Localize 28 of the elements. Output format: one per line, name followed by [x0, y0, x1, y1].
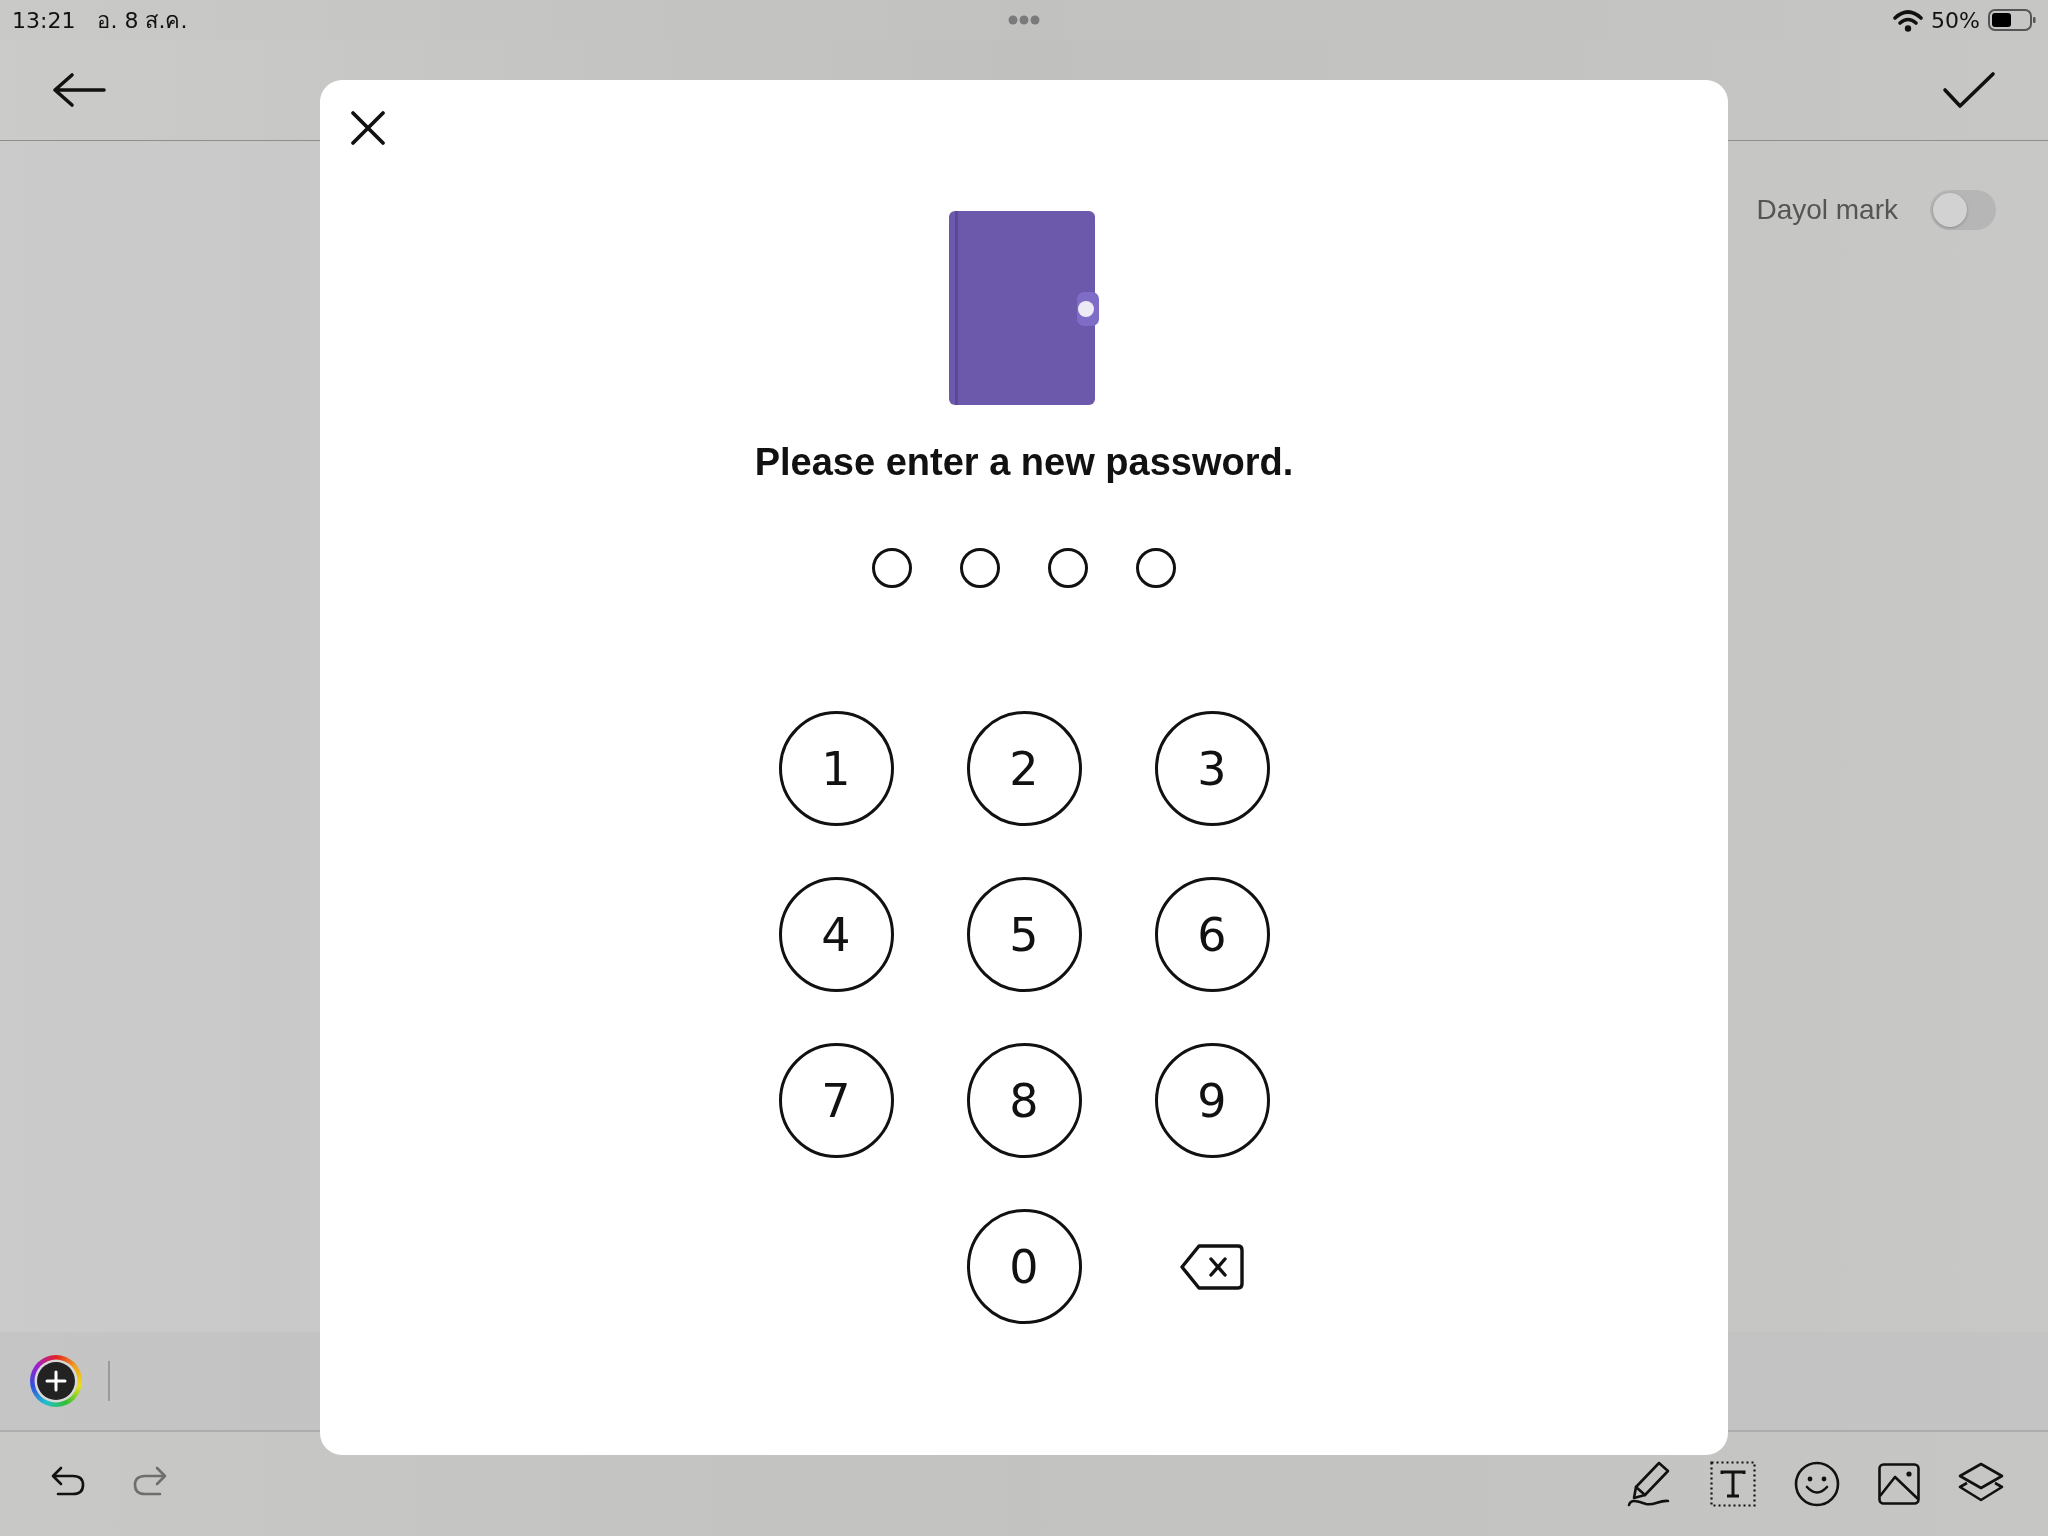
keypad-key[interactable]: 0: [966, 1209, 1082, 1324]
keypad-key[interactable]: 8: [966, 1043, 1082, 1158]
keypad-key[interactable]: 3: [1154, 711, 1270, 826]
wifi-icon: [1893, 8, 1924, 32]
keypad-key[interactable]: 9: [1154, 1043, 1270, 1158]
toggle-switch[interactable]: [1930, 190, 1996, 230]
keypad-key[interactable]: 2: [966, 711, 1082, 826]
text-box-icon[interactable]: [1710, 1461, 1756, 1507]
status-date: อ. 8 ส.ค.: [97, 6, 188, 35]
back-arrow-icon[interactable]: [52, 72, 106, 108]
keypad-key[interactable]: 4: [778, 877, 894, 992]
smiley-icon[interactable]: [1794, 1461, 1840, 1507]
keypad-key[interactable]: 6: [1154, 877, 1270, 992]
dialog-title: Please enter a new password.: [754, 440, 1294, 485]
image-icon[interactable]: [1878, 1463, 1920, 1505]
keypad-key[interactable]: 5: [966, 877, 1082, 992]
checkmark-icon[interactable]: [1942, 71, 1996, 109]
status-time: 13:21: [12, 7, 76, 33]
color-wheel-icon[interactable]: [30, 1355, 82, 1407]
close-icon[interactable]: [350, 110, 386, 146]
pen-icon[interactable]: [1626, 1460, 1672, 1508]
setting-label: Dayol mark: [1756, 194, 1898, 226]
backspace-icon[interactable]: [1180, 1243, 1244, 1290]
keypad-key[interactable]: 1: [778, 711, 894, 826]
battery-icon: [1988, 8, 2036, 32]
battery-percent: 50%: [1931, 7, 1980, 33]
keypad-key[interactable]: 7: [778, 1043, 894, 1158]
notebook-icon: [949, 211, 1099, 405]
